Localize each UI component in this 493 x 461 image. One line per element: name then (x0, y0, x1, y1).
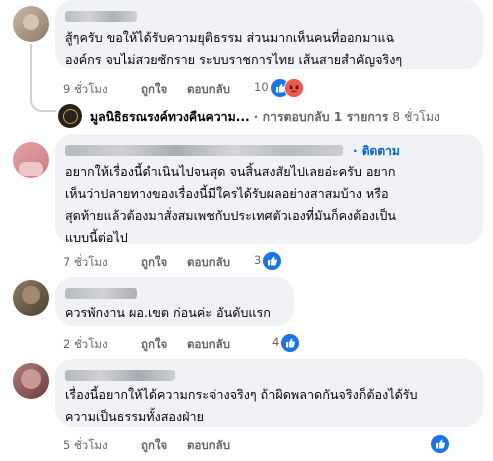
comment-text: สู้ๆครับ ขอให้ได้รับความยุติธรรม ส่วนมาก… (65, 30, 403, 67)
commenter-avatar[interactable] (13, 6, 49, 42)
comment-text: ควรพักงาน ผอ.เขต ก่อนค่ะ อันดับแรก (65, 305, 271, 320)
reaction-count: 10 (254, 80, 269, 94)
comment-bubble: · ติดตาม อยากให้เรื่องนี้ดำเนินไปจนสุด จ… (55, 134, 483, 245)
reply-timestamp: 8 ชั่วโมง (392, 110, 440, 124)
comment-author-name[interactable] (65, 288, 137, 299)
comment-actions: 5 ชั่วโมง ถูกใจ ตอบกลับ (63, 437, 293, 453)
commenter-avatar[interactable] (13, 363, 49, 399)
like-button[interactable]: ถูกใจ (141, 336, 167, 354)
view-replies-link[interactable]: มูลนิธิธรณรงค์ทวงคืนความ... · การตอบกลับ… (90, 108, 440, 127)
comment-timestamp[interactable]: 2 ชั่วโมง (63, 336, 108, 354)
comment-text: เรื่องนี้อยากให้ได้ความกระจ่างจริงๆ ถ้าผ… (65, 387, 418, 424)
like-icon (262, 251, 282, 271)
reply-button[interactable]: ตอบกลับ (187, 336, 230, 354)
page-avatar[interactable] (58, 104, 82, 128)
comment-author-name[interactable] (65, 11, 137, 22)
reaction-summary[interactable] (430, 434, 454, 454)
comment-text: อยากให้เรื่องนี้ดำเนินไปจนสุด จนสิ้นสงสั… (65, 164, 396, 245)
commenter-avatar[interactable] (13, 142, 49, 178)
reply-thread-line (30, 44, 56, 112)
commenter-avatar[interactable] (13, 280, 49, 316)
like-button[interactable]: ถูกใจ (141, 254, 167, 272)
like-icon (430, 434, 450, 454)
reply-count[interactable]: · การตอบกลับ 1 รายการ (254, 110, 389, 124)
reaction-summary[interactable]: 4 (272, 333, 312, 353)
comment-actions: 2 ชั่วโมง ถูกใจ ตอบกลับ (63, 336, 293, 352)
comment-timestamp[interactable]: 7 ชั่วโมง (63, 254, 108, 272)
like-button[interactable]: ถูกใจ (141, 437, 167, 455)
reaction-summary[interactable]: 3 (254, 251, 294, 271)
comment-bubble: เรื่องนี้อยากให้ได้ความกระจ่างจริงๆ ถ้าผ… (55, 359, 483, 427)
reaction-count: 3 (254, 253, 262, 267)
comment-bubble: ควรพักงาน ผอ.เขต ก่อนค่ะ อันดับแรก (55, 277, 294, 326)
reply-button[interactable]: ตอบกลับ (187, 254, 230, 272)
reaction-summary[interactable]: 10 (254, 78, 314, 98)
angry-icon (284, 78, 304, 98)
comment-bubble: สู้ๆครับ ขอให้ได้รับความยุติธรรม ส่วนมาก… (55, 0, 483, 69)
reply-button[interactable]: ตอบกลับ (187, 437, 230, 455)
reply-page-name[interactable]: มูลนิธิธรณรงค์ทวงคืนความ... (90, 110, 250, 124)
comment-author-name[interactable] (65, 145, 343, 156)
comment-timestamp[interactable]: 9 ชั่วโมง (63, 81, 108, 99)
comment-author-name[interactable] (65, 370, 175, 381)
reply-button[interactable]: ตอบกลับ (187, 81, 230, 99)
like-icon (280, 333, 300, 353)
like-button[interactable]: ถูกใจ (141, 81, 167, 99)
reaction-count: 4 (272, 335, 280, 349)
follow-button[interactable]: · ติดตาม (353, 142, 400, 161)
comment-timestamp[interactable]: 5 ชั่วโมง (63, 437, 108, 455)
